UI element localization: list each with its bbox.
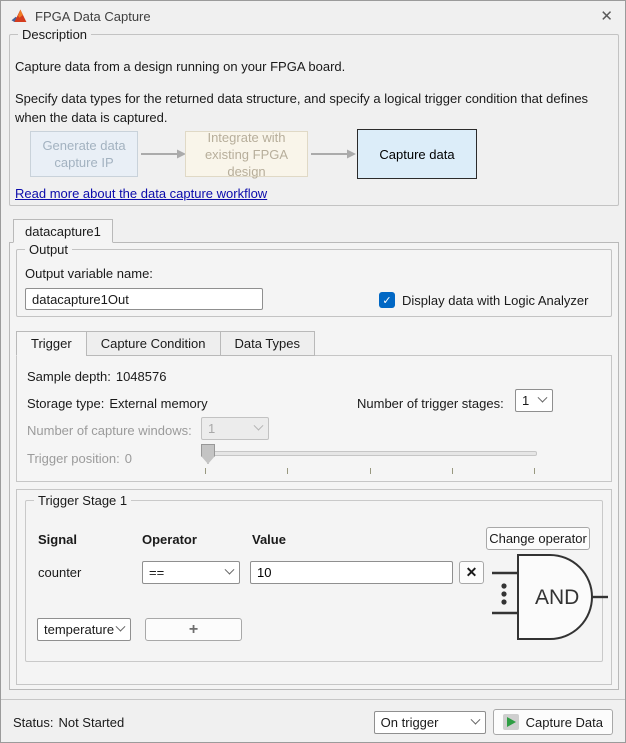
add-condition-button[interactable]: + [145, 618, 242, 641]
trigger-stages-label: Number of trigger stages: [357, 396, 504, 411]
signal-name: counter [38, 565, 81, 580]
slider-ticks [205, 468, 535, 474]
sample-depth: Sample depth:1048576 [27, 369, 166, 384]
add-signal-select[interactable]: temperature [37, 618, 131, 641]
column-header-signal: Signal [38, 532, 77, 547]
tab-capture-condition[interactable]: Capture Condition [86, 331, 221, 356]
arrow-right-icon [141, 148, 187, 163]
svg-text:AND: AND [535, 586, 579, 609]
slider-thumb[interactable] [201, 444, 215, 464]
workflow-step-capture-data: Capture data [357, 129, 477, 179]
chevron-down-icon [538, 393, 548, 403]
play-icon [503, 714, 519, 730]
and-gate-icon: AND [488, 549, 610, 650]
capture-windows-label: Number of capture windows: [27, 423, 192, 438]
logic-analyzer-checkbox[interactable]: ✓ [379, 292, 395, 308]
trigger-stages-select[interactable]: 1 [515, 389, 553, 412]
trigger-position: Trigger position:0 [27, 451, 132, 466]
matlab-logo-icon [11, 8, 28, 25]
slider-track[interactable] [201, 451, 537, 456]
datacapture-panel: Output Output variable name: ✓ Display d… [9, 242, 619, 690]
chevron-down-icon [225, 565, 235, 575]
remove-icon: ✕ [466, 564, 478, 581]
description-group: Description Capture data from a design r… [9, 34, 619, 206]
description-line2: Specify data types for the returned data… [15, 89, 613, 127]
column-header-operator: Operator [142, 532, 197, 547]
trigger-settings-panel: Sample depth:1048576 Storage type:Extern… [16, 355, 612, 482]
capture-data-button[interactable]: Capture Data [493, 709, 613, 735]
capture-windows-select[interactable]: 1 [201, 417, 269, 440]
tab-datacapture1[interactable]: datacapture1 [13, 219, 113, 243]
read-more-link[interactable]: Read more about the data capture workflo… [15, 186, 267, 201]
trigger-value-input[interactable] [250, 561, 453, 584]
workflow-step-generate-ip: Generate data capture IP [30, 131, 138, 177]
plus-icon: + [189, 621, 198, 639]
status-bar: Status:Not Started On trigger Capture Da… [1, 699, 625, 743]
settings-tabbar: Trigger Capture Condition Data Types [16, 331, 314, 356]
description-line1: Capture data from a design running on yo… [15, 59, 615, 74]
description-legend: Description [18, 27, 91, 42]
output-group: Output Output variable name: ✓ Display d… [16, 249, 612, 317]
chevron-down-icon [470, 714, 480, 724]
logic-analyzer-label: Display data with Logic Analyzer [402, 293, 588, 308]
change-operator-button[interactable]: Change operator [486, 527, 590, 550]
close-icon[interactable]: ✕ [598, 7, 615, 25]
checkmark-icon: ✓ [382, 294, 391, 307]
trigger-stage-group: Trigger Stage 1 Signal Operator Value Ch… [25, 500, 603, 662]
fpga-data-capture-window: FPGA Data Capture ✕ Description Capture … [0, 0, 626, 743]
remove-signal-button[interactable]: ✕ [459, 561, 484, 584]
output-variable-input[interactable] [25, 288, 263, 310]
arrow-right-icon [311, 148, 357, 163]
output-variable-label: Output variable name: [25, 266, 153, 281]
tab-trigger[interactable]: Trigger [16, 331, 87, 356]
logic-analyzer-row: ✓ Display data with Logic Analyzer [379, 292, 588, 308]
operator-select[interactable]: == [142, 561, 240, 584]
chevron-down-icon [254, 421, 264, 431]
title-bar: FPGA Data Capture ✕ [1, 1, 625, 31]
capture-mode-select[interactable]: On trigger [374, 711, 486, 734]
chevron-down-icon [116, 622, 126, 632]
trigger-stage-legend: Trigger Stage 1 [34, 493, 131, 508]
status-text: Status:Not Started [13, 715, 124, 730]
workflow-step-integrate: Integrate with existing FPGA design [185, 131, 308, 177]
output-legend: Output [25, 242, 72, 257]
trigger-stage-panel: Trigger Stage 1 Signal Operator Value Ch… [16, 489, 612, 685]
tab-data-types[interactable]: Data Types [220, 331, 316, 356]
window-title: FPGA Data Capture [35, 9, 151, 24]
trigger-position-slider [201, 442, 537, 476]
storage-type: Storage type:External memory [27, 396, 208, 411]
column-header-value: Value [252, 532, 286, 547]
